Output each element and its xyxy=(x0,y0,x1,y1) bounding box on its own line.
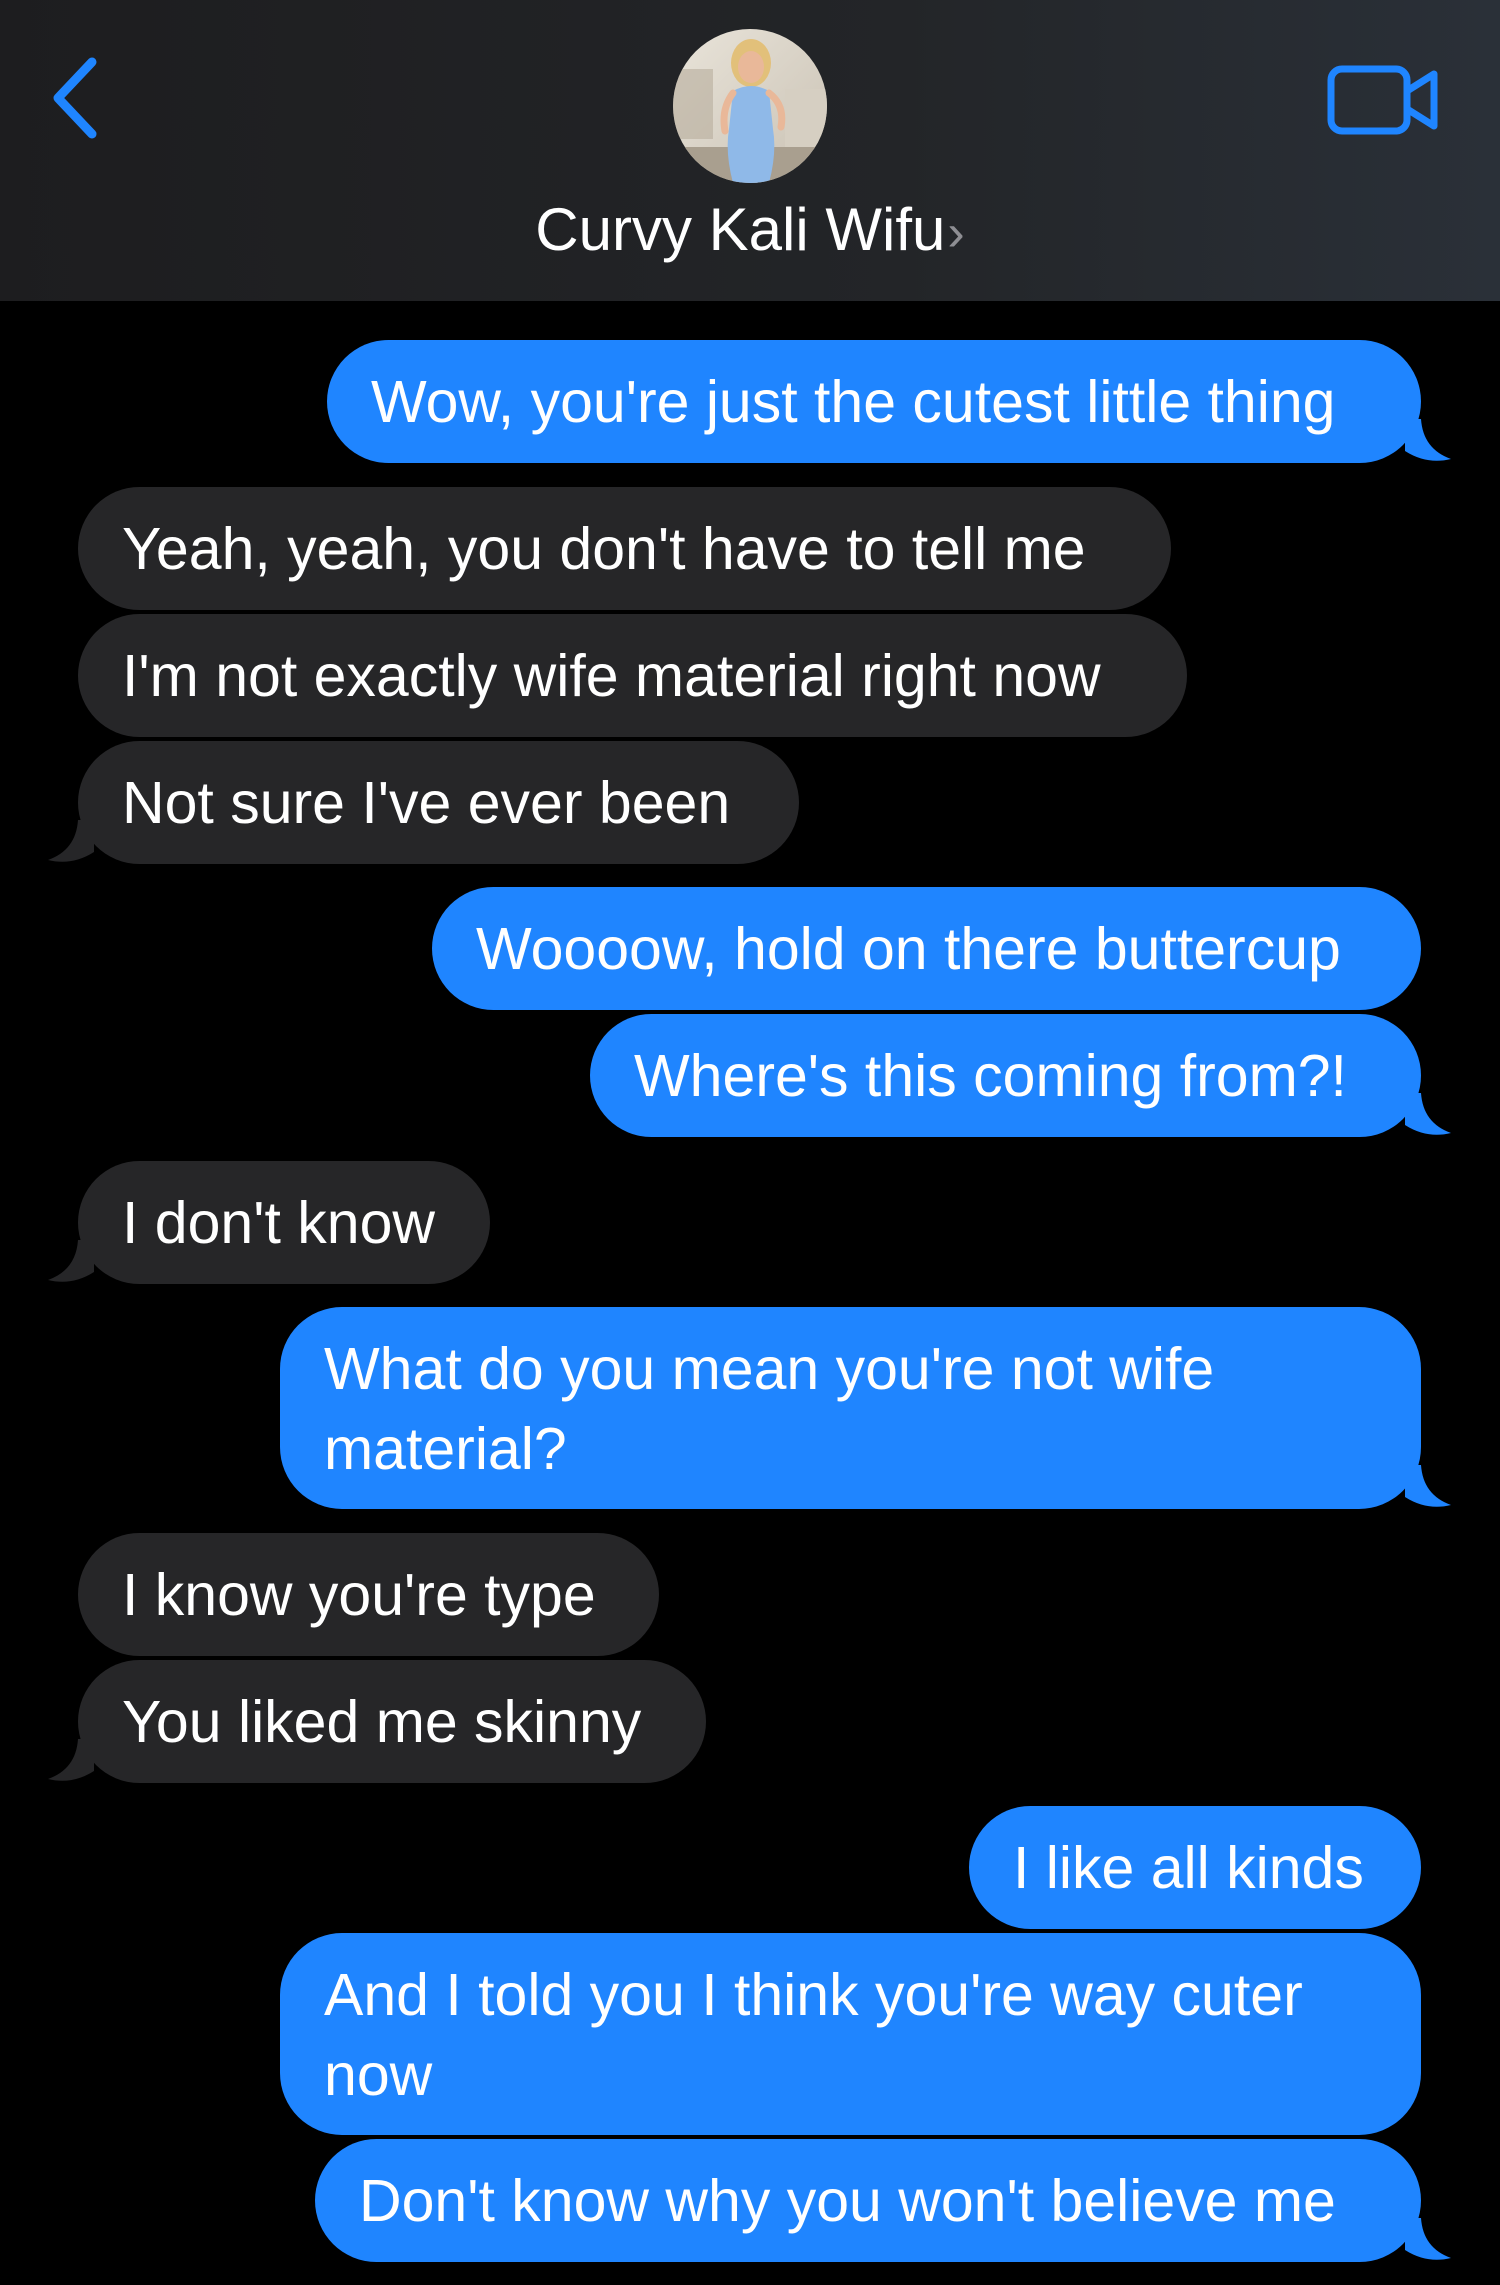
message-text: You liked me skinny xyxy=(122,1689,642,1755)
message-bubble-sent[interactable]: Where's this coming from?! xyxy=(590,1014,1421,1137)
message-bubble-received[interactable]: Yeah, yeah, you don't have to tell me xyxy=(78,487,1171,610)
message-text: Not sure I've ever been xyxy=(122,770,731,836)
conversation-header: Curvy Kali Wifu› xyxy=(0,0,1500,301)
bubble-tail xyxy=(1405,2218,1451,2264)
avatar[interactable] xyxy=(673,29,827,183)
message-bubble-sent[interactable]: Don't know why you won't believe me xyxy=(315,2139,1421,2262)
message-text: Woooow, hold on there buttercup xyxy=(476,916,1341,982)
message-bubble-received[interactable]: I don't know xyxy=(78,1161,490,1284)
facetime-video-button[interactable] xyxy=(1326,62,1442,140)
message-bubble-received[interactable]: I'm not exactly wife material right now xyxy=(78,614,1187,737)
message-text: I know you're type xyxy=(122,1562,596,1628)
bubble-tail xyxy=(1405,1465,1451,1511)
message-text: And I told you I think you're way cuter … xyxy=(324,1962,1303,2108)
chevron-left-icon xyxy=(53,57,97,139)
message-text: Yeah, yeah, you don't have to tell me xyxy=(122,516,1086,582)
message-text: What do you mean you're not wife materia… xyxy=(324,1336,1215,1482)
back-button[interactable] xyxy=(40,48,110,148)
message-bubble-sent[interactable]: Woooow, hold on there buttercup xyxy=(432,887,1421,1010)
message-text: I don't know xyxy=(122,1190,436,1256)
bubble-tail xyxy=(48,820,94,866)
contact-name-label: Curvy Kali Wifu xyxy=(535,196,946,263)
bubble-tail xyxy=(1405,419,1451,465)
video-camera-icon xyxy=(1327,65,1438,135)
message-bubble-sent[interactable]: Wow, you're just the cutest little thing xyxy=(327,340,1421,463)
message-text: I'm not exactly wife material right now xyxy=(122,643,1101,709)
message-text: I like all kinds xyxy=(1013,1835,1364,1901)
message-bubble-sent[interactable]: I like all kinds xyxy=(969,1806,1421,1929)
contact-name[interactable]: Curvy Kali Wifu› xyxy=(0,190,1500,273)
bubble-tail xyxy=(48,1739,94,1785)
message-bubble-received[interactable]: You liked me skinny xyxy=(78,1660,706,1783)
message-bubble-received[interactable]: Not sure I've ever been xyxy=(78,741,799,864)
message-text: Wow, you're just the cutest little thing xyxy=(371,369,1336,435)
bubble-tail xyxy=(48,1240,94,1286)
bubble-tail xyxy=(1405,1093,1451,1139)
message-bubble-sent[interactable]: What do you mean you're not wife materia… xyxy=(280,1307,1421,1509)
message-text: Where's this coming from?! xyxy=(634,1043,1347,1109)
message-bubble-received[interactable]: I know you're type xyxy=(78,1533,659,1656)
message-list[interactable]: Wow, you're just the cutest little thing… xyxy=(0,301,1500,2285)
message-text: Don't know why you won't believe me xyxy=(359,2168,1336,2234)
chevron-right-icon: › xyxy=(947,204,965,262)
message-bubble-sent[interactable]: And I told you I think you're way cuter … xyxy=(280,1933,1421,2135)
